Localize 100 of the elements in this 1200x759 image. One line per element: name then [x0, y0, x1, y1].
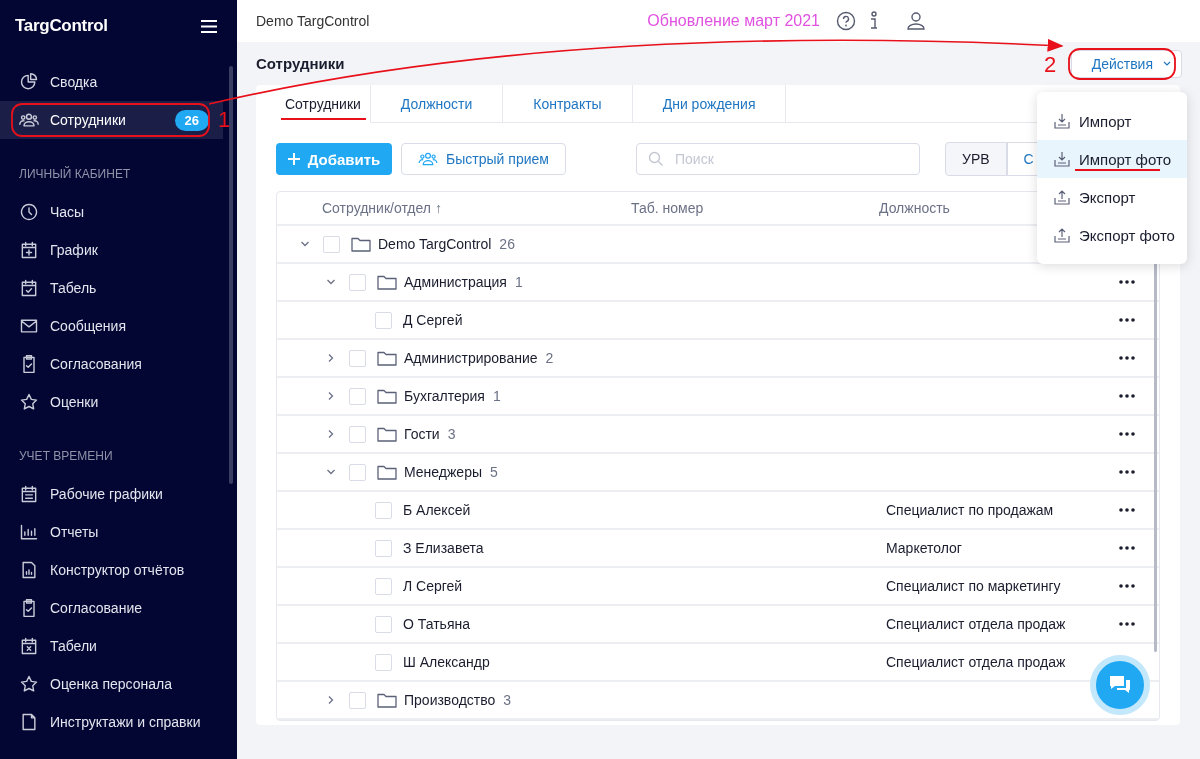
member-count: 1 — [492, 388, 501, 404]
info-icon[interactable] — [868, 11, 880, 31]
menu-item[interactable]: Экспорт фото — [1037, 216, 1187, 254]
checkbox[interactable] — [375, 653, 392, 671]
sidebar-item[interactable]: Табели — [0, 627, 223, 665]
checkbox[interactable] — [349, 273, 366, 291]
chevron-icon[interactable] — [326, 353, 336, 363]
account-name: Demo TargControl — [256, 13, 370, 29]
search-field[interactable]: Поиск — [636, 143, 920, 175]
folder-icon — [377, 388, 397, 404]
employee-name: О Татьяна — [403, 616, 470, 632]
download-icon — [1054, 151, 1070, 167]
sidebar-item[interactable]: Часы — [0, 193, 223, 231]
checkbox[interactable] — [375, 311, 392, 329]
sidebar-item[interactable]: Оценка персонала — [0, 665, 223, 703]
sidebar-item[interactable]: Инструктажи и справки — [0, 703, 223, 741]
checkbox[interactable] — [349, 425, 366, 443]
more-icon[interactable] — [1119, 546, 1135, 550]
chevron-icon[interactable] — [326, 429, 336, 439]
scrollbar[interactable] — [1154, 262, 1157, 652]
department-name: Менеджеры — [404, 464, 482, 480]
column-header[interactable]: Таб. номер — [631, 200, 704, 216]
menu-icon[interactable] — [201, 19, 217, 33]
folder-icon — [377, 274, 397, 290]
more-icon[interactable] — [1119, 318, 1135, 322]
plus-icon — [287, 153, 300, 165]
position-cell: Маркетолог — [886, 540, 962, 556]
folder-icon — [377, 350, 397, 366]
bar-chart-icon — [19, 522, 39, 542]
checkbox[interactable] — [375, 539, 392, 557]
checkbox[interactable] — [323, 235, 340, 253]
actions-button[interactable]: Действия — [1070, 49, 1182, 78]
more-icon[interactable] — [1119, 470, 1135, 474]
app-logo: TargControl — [15, 16, 108, 36]
chat-icon — [1108, 674, 1132, 696]
checkbox[interactable] — [349, 349, 366, 367]
checkbox[interactable] — [349, 463, 366, 481]
employee-name: Б Алексей — [403, 502, 471, 518]
envelope-icon — [19, 316, 39, 336]
sidebar-item[interactable]: Табель — [0, 269, 223, 307]
tab[interactable]: Дни рождения — [632, 85, 787, 123]
section-heading: УЧЕТ ВРЕМЕНИ — [18, 448, 114, 465]
more-icon[interactable] — [1119, 432, 1135, 436]
tab[interactable]: Контракты — [503, 85, 633, 123]
quick-hire-button[interactable]: Быстрый прием — [401, 143, 566, 175]
sidebar-item[interactable]: Согласование — [0, 589, 223, 627]
chevron-icon[interactable] — [326, 467, 336, 477]
checkbox[interactable] — [375, 615, 392, 633]
employee-name: Д Сергей — [403, 312, 463, 328]
menu-item[interactable]: Импорт фото — [1037, 140, 1187, 178]
more-icon[interactable] — [1119, 394, 1135, 398]
department-name: Бухгалтерия — [404, 388, 485, 404]
section-heading: ЛИЧНЫЙ КАБИНЕТ — [18, 165, 132, 183]
department-name: Администрирование — [404, 350, 538, 366]
segment-button[interactable]: УРВ — [945, 142, 1007, 176]
sidebar-item[interactable]: Отчеты — [0, 513, 223, 551]
sidebar-item[interactable]: Конструктор отчётов — [0, 551, 223, 589]
chevron-icon[interactable] — [326, 391, 336, 401]
folder-icon — [377, 464, 397, 480]
department-name: Гости — [404, 426, 440, 442]
calendar-grid-icon — [19, 484, 39, 504]
employee-name: З Елизавета — [403, 540, 484, 556]
folder-icon — [377, 426, 397, 442]
chevron-icon[interactable] — [300, 239, 310, 249]
help-icon[interactable] — [836, 11, 856, 31]
column-header[interactable]: Сотрудник/отдел ↑ — [322, 200, 442, 216]
pie-chart-icon — [19, 72, 39, 92]
sidebar-item[interactable]: Сообщения — [0, 307, 223, 345]
column-header[interactable]: Должность — [879, 200, 950, 216]
member-count: 3 — [503, 692, 512, 708]
sidebar-item[interactable]: Рабочие графики — [0, 475, 223, 513]
scrollbar[interactable] — [229, 66, 233, 484]
checkbox[interactable] — [349, 691, 366, 709]
more-icon[interactable] — [1119, 622, 1135, 626]
menu-item[interactable]: Экспорт — [1037, 178, 1187, 216]
upload-icon — [1054, 189, 1070, 205]
clock-icon — [19, 202, 39, 222]
member-count: 2 — [545, 350, 554, 366]
more-icon[interactable] — [1119, 280, 1135, 284]
sidebar-item[interactable]: Оценки — [0, 383, 223, 421]
member-count: 1 — [514, 274, 523, 290]
calendar-check-icon — [19, 278, 39, 298]
department-name: Производство — [404, 692, 496, 708]
user-icon[interactable] — [906, 11, 926, 31]
sidebar-item[interactable]: Сводка — [0, 63, 223, 101]
more-icon[interactable] — [1119, 356, 1135, 360]
sidebar-item[interactable]: Согласования — [0, 345, 223, 383]
checkbox[interactable] — [375, 501, 392, 519]
more-icon[interactable] — [1119, 584, 1135, 588]
position-cell: Специалист по маркетингу — [886, 578, 1061, 594]
more-icon[interactable] — [1119, 508, 1135, 512]
checkbox[interactable] — [375, 577, 392, 595]
tab[interactable]: Должности — [370, 85, 504, 123]
chevron-icon[interactable] — [326, 277, 336, 287]
sidebar-item[interactable]: График — [0, 231, 223, 269]
chevron-icon[interactable] — [326, 695, 336, 705]
page-title: Сотрудники — [256, 55, 345, 72]
star-icon — [19, 674, 39, 694]
checkbox[interactable] — [349, 387, 366, 405]
menu-item[interactable]: Импорт — [1037, 102, 1187, 140]
